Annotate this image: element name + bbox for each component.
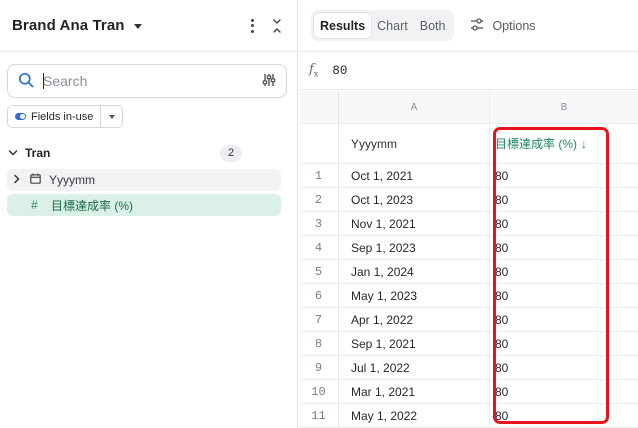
table-row[interactable]: 11 May 1, 2022 80 (299, 404, 638, 428)
collapse-panel-icon[interactable] (269, 18, 285, 33)
column-letter-b[interactable]: B (490, 91, 638, 123)
sliders-icon (470, 17, 484, 34)
group-label: Tran (25, 146, 51, 160)
table-row[interactable]: 1 Oct 1, 2021 80 (299, 164, 638, 188)
header-row-number (299, 124, 339, 163)
workbook-title[interactable]: Brand Ana Tran (12, 17, 125, 34)
group-tran[interactable]: Tran 2 (8, 143, 242, 163)
cell-yyyymm[interactable]: May 1, 2022 (339, 404, 490, 427)
table-row[interactable]: 3 Nov 1, 2021 80 (299, 212, 638, 236)
field-label: Yyyymm (49, 173, 95, 187)
chevron-down-icon (108, 114, 115, 119)
cell-target-rate[interactable]: 80 (490, 260, 638, 283)
tab-chart[interactable]: Chart (371, 13, 414, 38)
cell-yyyymm[interactable]: Jan 1, 2024 (339, 260, 490, 283)
row-number: 3 (299, 212, 339, 235)
calendar-icon (30, 173, 41, 187)
fields-in-use-label: Fields in-use (31, 110, 94, 123)
column-letter-row: A B (299, 91, 638, 124)
cell-target-rate[interactable]: 80 (490, 236, 638, 259)
cell-yyyymm[interactable]: Oct 1, 2023 (339, 188, 490, 211)
tab-results[interactable]: Results (314, 13, 372, 38)
cell-yyyymm[interactable]: May 1, 2023 (339, 284, 490, 307)
table-row[interactable]: 8 Sep 1, 2021 80 (299, 332, 638, 356)
search-input[interactable] (43, 73, 262, 89)
field-item-target-rate[interactable]: # 目標達成率 (%) (7, 194, 281, 216)
sidebar-panel: Brand Ana Tran Fields in-use (0, 0, 298, 428)
hash-icon: # (31, 198, 38, 212)
table-row[interactable]: 4 Sep 1, 2023 80 (299, 236, 638, 260)
cell-yyyymm[interactable]: Nov 1, 2021 (339, 212, 490, 235)
table-row[interactable]: 10 Mar 1, 2021 80 (299, 380, 638, 404)
group-count-badge: 2 (220, 144, 242, 162)
formula-bar[interactable]: fx 80 (299, 52, 638, 90)
cell-target-rate[interactable]: 80 (490, 212, 638, 235)
table-row[interactable]: 9 Jul 1, 2022 80 (299, 356, 638, 380)
row-number: 10 (299, 380, 339, 403)
chevron-right-icon[interactable] (13, 173, 21, 187)
cell-target-rate[interactable]: 80 (490, 380, 638, 403)
chevron-down-icon[interactable] (8, 146, 18, 160)
cell-yyyymm[interactable]: Sep 1, 2021 (339, 332, 490, 355)
cell-yyyymm[interactable]: Jul 1, 2022 (339, 356, 490, 379)
function-icon: fx (309, 62, 319, 79)
table-body: 1 Oct 1, 2021 80 2 Oct 1, 2023 80 3 Nov 1, 2021… (299, 164, 638, 428)
cell-target-rate[interactable]: 80 (490, 356, 638, 379)
row-number: 2 (299, 188, 339, 211)
search-box[interactable] (7, 64, 287, 98)
cell-target-rate[interactable]: 80 (490, 284, 638, 307)
table-row[interactable]: 7 Apr 1, 2022 80 (299, 308, 638, 332)
cell-target-rate[interactable]: 80 (490, 332, 638, 355)
fields-in-use-button[interactable]: Fields in-use (7, 105, 102, 128)
field-label: 目標達成率 (%) (51, 198, 133, 213)
more-options-icon[interactable] (245, 18, 259, 33)
corner-cell[interactable] (299, 91, 339, 123)
table-row[interactable]: 6 May 1, 2023 80 (299, 284, 638, 308)
results-panel: Results Chart Both Options fx 80 A B Yyy… (299, 0, 638, 428)
column-header-target-rate[interactable]: 目標達成率 (%) ↓ (490, 124, 638, 163)
tab-both[interactable]: Both (414, 13, 452, 38)
cell-target-rate[interactable]: 80 (490, 308, 638, 331)
view-tabs: Results Chart Both (311, 10, 455, 41)
cell-target-rate[interactable]: 80 (490, 164, 638, 187)
fields-filter-group: Fields in-use (7, 105, 124, 128)
row-number: 4 (299, 236, 339, 259)
table-row[interactable]: 5 Jan 1, 2024 80 (299, 260, 638, 284)
column-header-yyyymm[interactable]: Yyyymm (339, 124, 490, 163)
search-icon (18, 72, 34, 91)
cell-yyyymm[interactable]: Oct 1, 2021 (339, 164, 490, 187)
cell-yyyymm[interactable]: Mar 1, 2021 (339, 380, 490, 403)
toggle-icon (15, 113, 26, 120)
column-header-label: 目標達成率 (%) (495, 137, 577, 151)
results-table: A B Yyyymm 目標達成率 (%) ↓ 1 Oct 1, 2021 80 2 Oc… (299, 91, 638, 428)
row-number: 9 (299, 356, 339, 379)
sidebar-header: Brand Ana Tran (0, 0, 297, 52)
view-tabbar: Results Chart Both Options (299, 0, 638, 52)
header-row: Yyyymm 目標達成率 (%) ↓ (299, 124, 638, 164)
cell-yyyymm[interactable]: Sep 1, 2023 (339, 236, 490, 259)
row-number: 11 (299, 404, 339, 427)
column-letter-a[interactable]: A (339, 91, 490, 123)
table-row[interactable]: 2 Oct 1, 2023 80 (299, 188, 638, 212)
field-item-yyyymm[interactable]: Yyyymm (7, 169, 281, 191)
title-dropdown-icon[interactable] (133, 24, 142, 29)
row-number: 1 (299, 164, 339, 187)
row-number: 7 (299, 308, 339, 331)
row-number: 8 (299, 332, 339, 355)
formula-value[interactable]: 80 (332, 64, 347, 78)
fields-filter-dropdown[interactable] (101, 105, 124, 128)
options-label: Options (492, 18, 536, 33)
options-button[interactable]: Options (470, 17, 536, 34)
sort-desc-icon[interactable]: ↓ (581, 137, 587, 151)
row-number: 6 (299, 284, 339, 307)
filter-settings-icon[interactable] (262, 73, 276, 90)
cell-yyyymm[interactable]: Apr 1, 2022 (339, 308, 490, 331)
row-number: 5 (299, 260, 339, 283)
cell-target-rate[interactable]: 80 (490, 188, 638, 211)
cell-target-rate[interactable]: 80 (490, 404, 638, 427)
